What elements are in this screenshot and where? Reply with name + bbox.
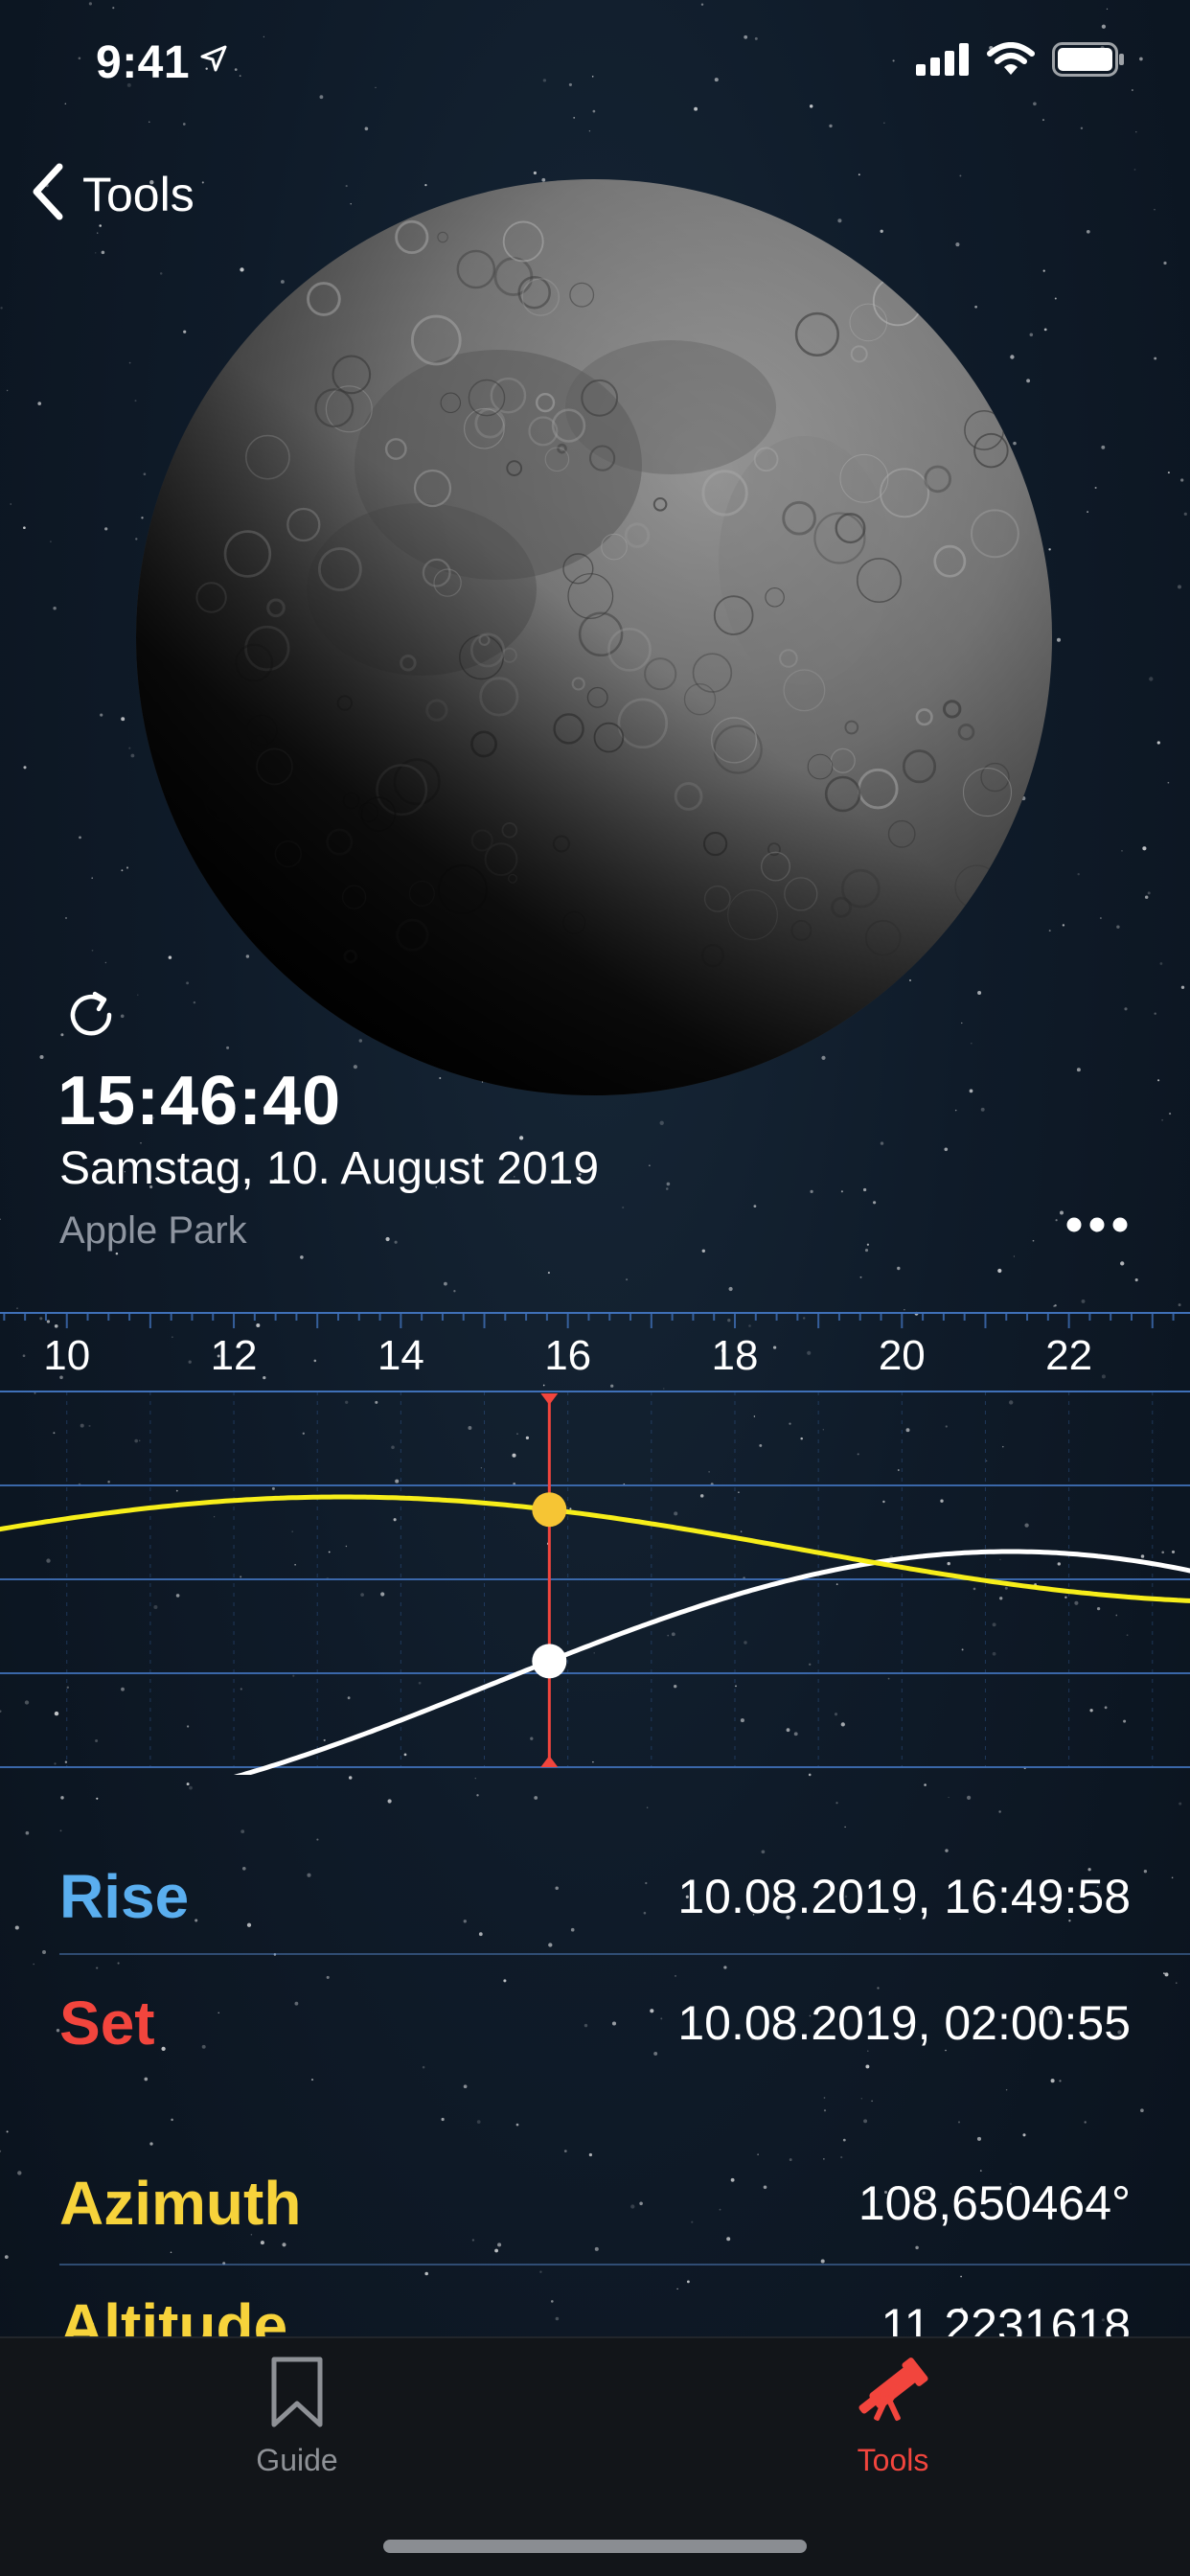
bookmark-icon <box>268 2356 326 2433</box>
current-time-marker-top <box>540 1393 559 1405</box>
tab-tools-label: Tools <box>857 2443 929 2477</box>
chevron-left-icon <box>31 163 65 225</box>
current-time: 15:46:40 <box>57 1063 342 1139</box>
hour-tick-label: 10 <box>43 1332 90 1379</box>
hour-tick-label: 18 <box>712 1332 759 1379</box>
telescope-icon <box>855 2356 931 2433</box>
rise-value: 10.08.2019, 16:49:58 <box>677 1870 1131 1923</box>
current-date: Samstag, 10. August 2019 <box>59 1143 600 1194</box>
tab-guide-label: Guide <box>256 2443 338 2477</box>
status-time: 9:41 <box>96 37 191 88</box>
moon-image <box>134 177 1054 1097</box>
hour-tick-label: 14 <box>378 1332 424 1379</box>
azimuth-point <box>532 1492 567 1528</box>
tab-guide[interactable]: Guide <box>182 2356 412 2478</box>
wifi-icon <box>987 42 1035 81</box>
more-options-icon[interactable] <box>1065 1215 1129 1239</box>
current-time-marker-bottom <box>540 1756 559 1767</box>
home-indicator[interactable] <box>383 2540 807 2553</box>
signal-icon <box>916 43 970 80</box>
location-name: Apple Park <box>59 1209 247 1252</box>
battery-icon <box>1052 42 1125 81</box>
set-label: Set <box>59 1989 155 2058</box>
divider <box>59 2264 1190 2266</box>
moon-timeline-chart[interactable]: 10 12 14 16 18 20 22 <box>0 1305 1190 1775</box>
hour-tick-label: 20 <box>879 1332 926 1379</box>
set-value: 10.08.2019, 02:00:55 <box>677 1996 1131 2050</box>
divider <box>59 1953 1190 1955</box>
azimuth-row: Azimuth 108,650464° <box>59 2168 1131 2239</box>
location-arrow-icon <box>199 44 228 78</box>
rise-row: Rise 10.08.2019, 16:49:58 <box>59 1861 1131 1932</box>
azimuth-value: 108,650464° <box>858 2176 1131 2230</box>
hour-tick-label: 22 <box>1045 1332 1092 1379</box>
status-indicators <box>916 42 1125 81</box>
set-row: Set 10.08.2019, 02:00:55 <box>59 1988 1131 2058</box>
altitude-point <box>532 1644 567 1679</box>
tab-tools[interactable]: Tools <box>778 2356 1008 2478</box>
rise-label: Rise <box>59 1862 190 1931</box>
hour-tick-label: 16 <box>544 1332 591 1379</box>
azimuth-label: Azimuth <box>59 2169 302 2238</box>
hour-tick-label: 12 <box>211 1332 258 1379</box>
azimuth-curve <box>0 1494 1190 1603</box>
refresh-icon[interactable] <box>63 987 119 1047</box>
